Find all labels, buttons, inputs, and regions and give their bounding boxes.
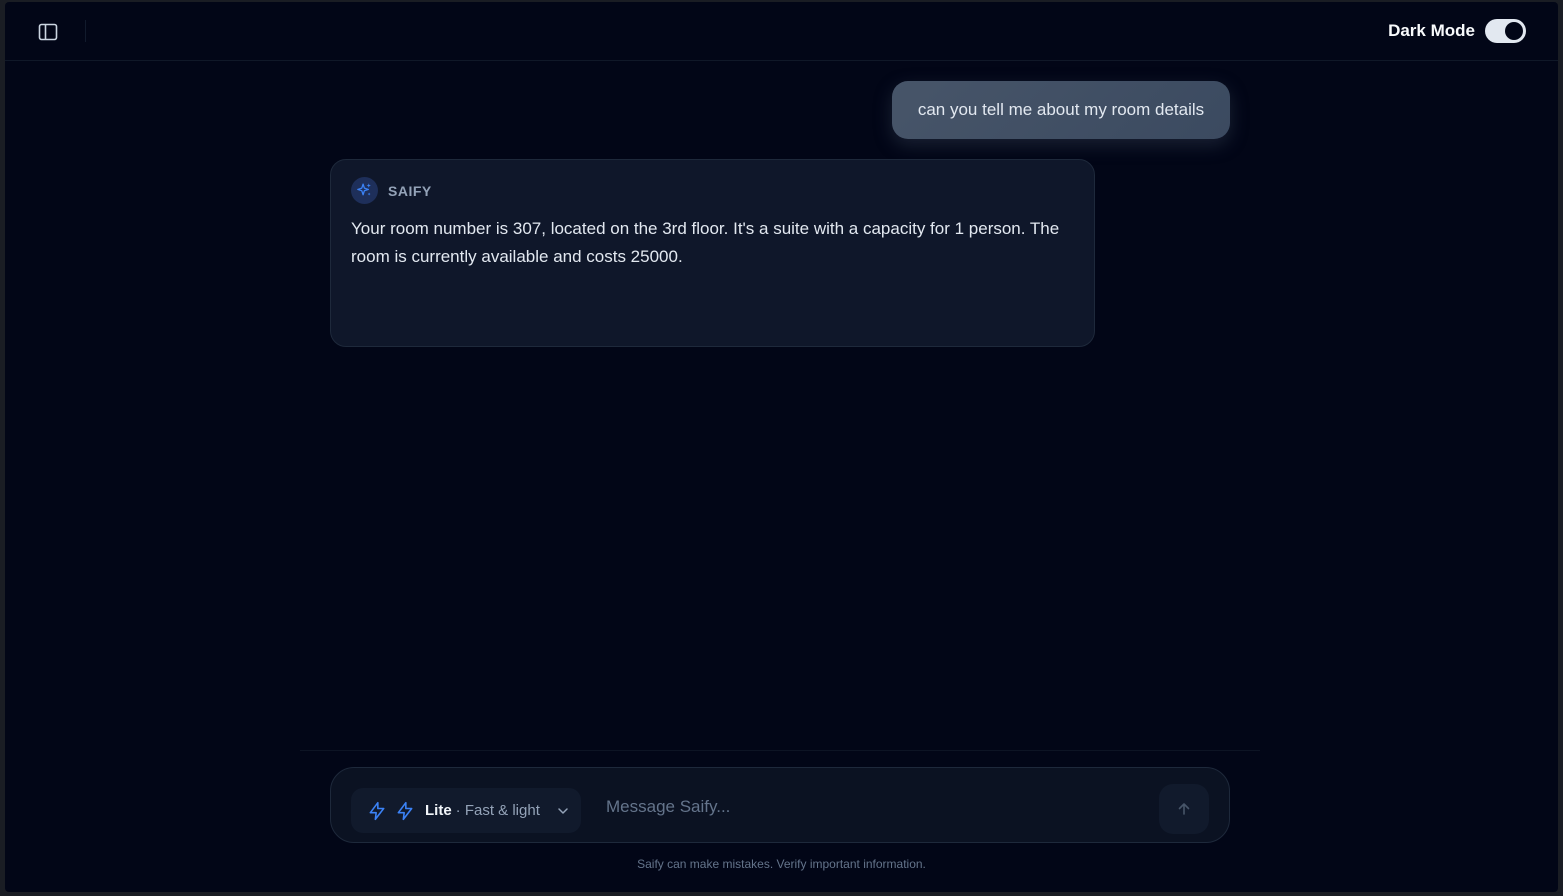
composer-divider xyxy=(300,750,1260,751)
lightning-bolt-icon xyxy=(397,801,413,820)
user-message-bubble: can you tell me about my room details xyxy=(892,81,1230,139)
model-name: Lite xyxy=(425,802,452,819)
sidebar-toggle-button[interactable] xyxy=(35,20,61,44)
assistant-header: SAIFY xyxy=(351,177,432,204)
assistant-name: SAIFY xyxy=(388,182,432,199)
chevron-down-icon xyxy=(558,807,568,814)
dark-mode-label: Dark Mode xyxy=(1388,21,1475,40)
top-bar: Dark Mode xyxy=(5,2,1558,61)
lightning-bolt-icon xyxy=(369,801,385,820)
user-message-text: can you tell me about my room details xyxy=(917,100,1205,119)
model-selector-button[interactable]: Lite · Fast & light xyxy=(351,788,581,833)
topbar-divider xyxy=(85,20,86,42)
dark-mode-toggle[interactable] xyxy=(1485,19,1526,43)
message-input[interactable] xyxy=(606,790,1146,824)
model-description: · Fast & light xyxy=(455,802,540,819)
message-composer: Lite · Fast & light xyxy=(330,767,1230,843)
disclaimer-text: Saify can make mistakes. Verify importan… xyxy=(637,857,926,871)
assistant-avatar xyxy=(351,177,378,204)
sparkles-icon xyxy=(357,183,371,196)
toggle-knob xyxy=(1505,22,1523,40)
assistant-message-text: Your room number is 307, located on the … xyxy=(351,219,1060,266)
assistant-message-card: SAIFY Your room number is 307, located o… xyxy=(330,159,1095,347)
app-window: Dark Mode can you tell me about my room … xyxy=(5,2,1558,892)
send-button[interactable] xyxy=(1159,784,1209,834)
dark-mode-control: Dark Mode xyxy=(1388,19,1526,43)
sidebar-panel-icon xyxy=(38,23,58,41)
arrow-up-icon xyxy=(1178,803,1190,815)
